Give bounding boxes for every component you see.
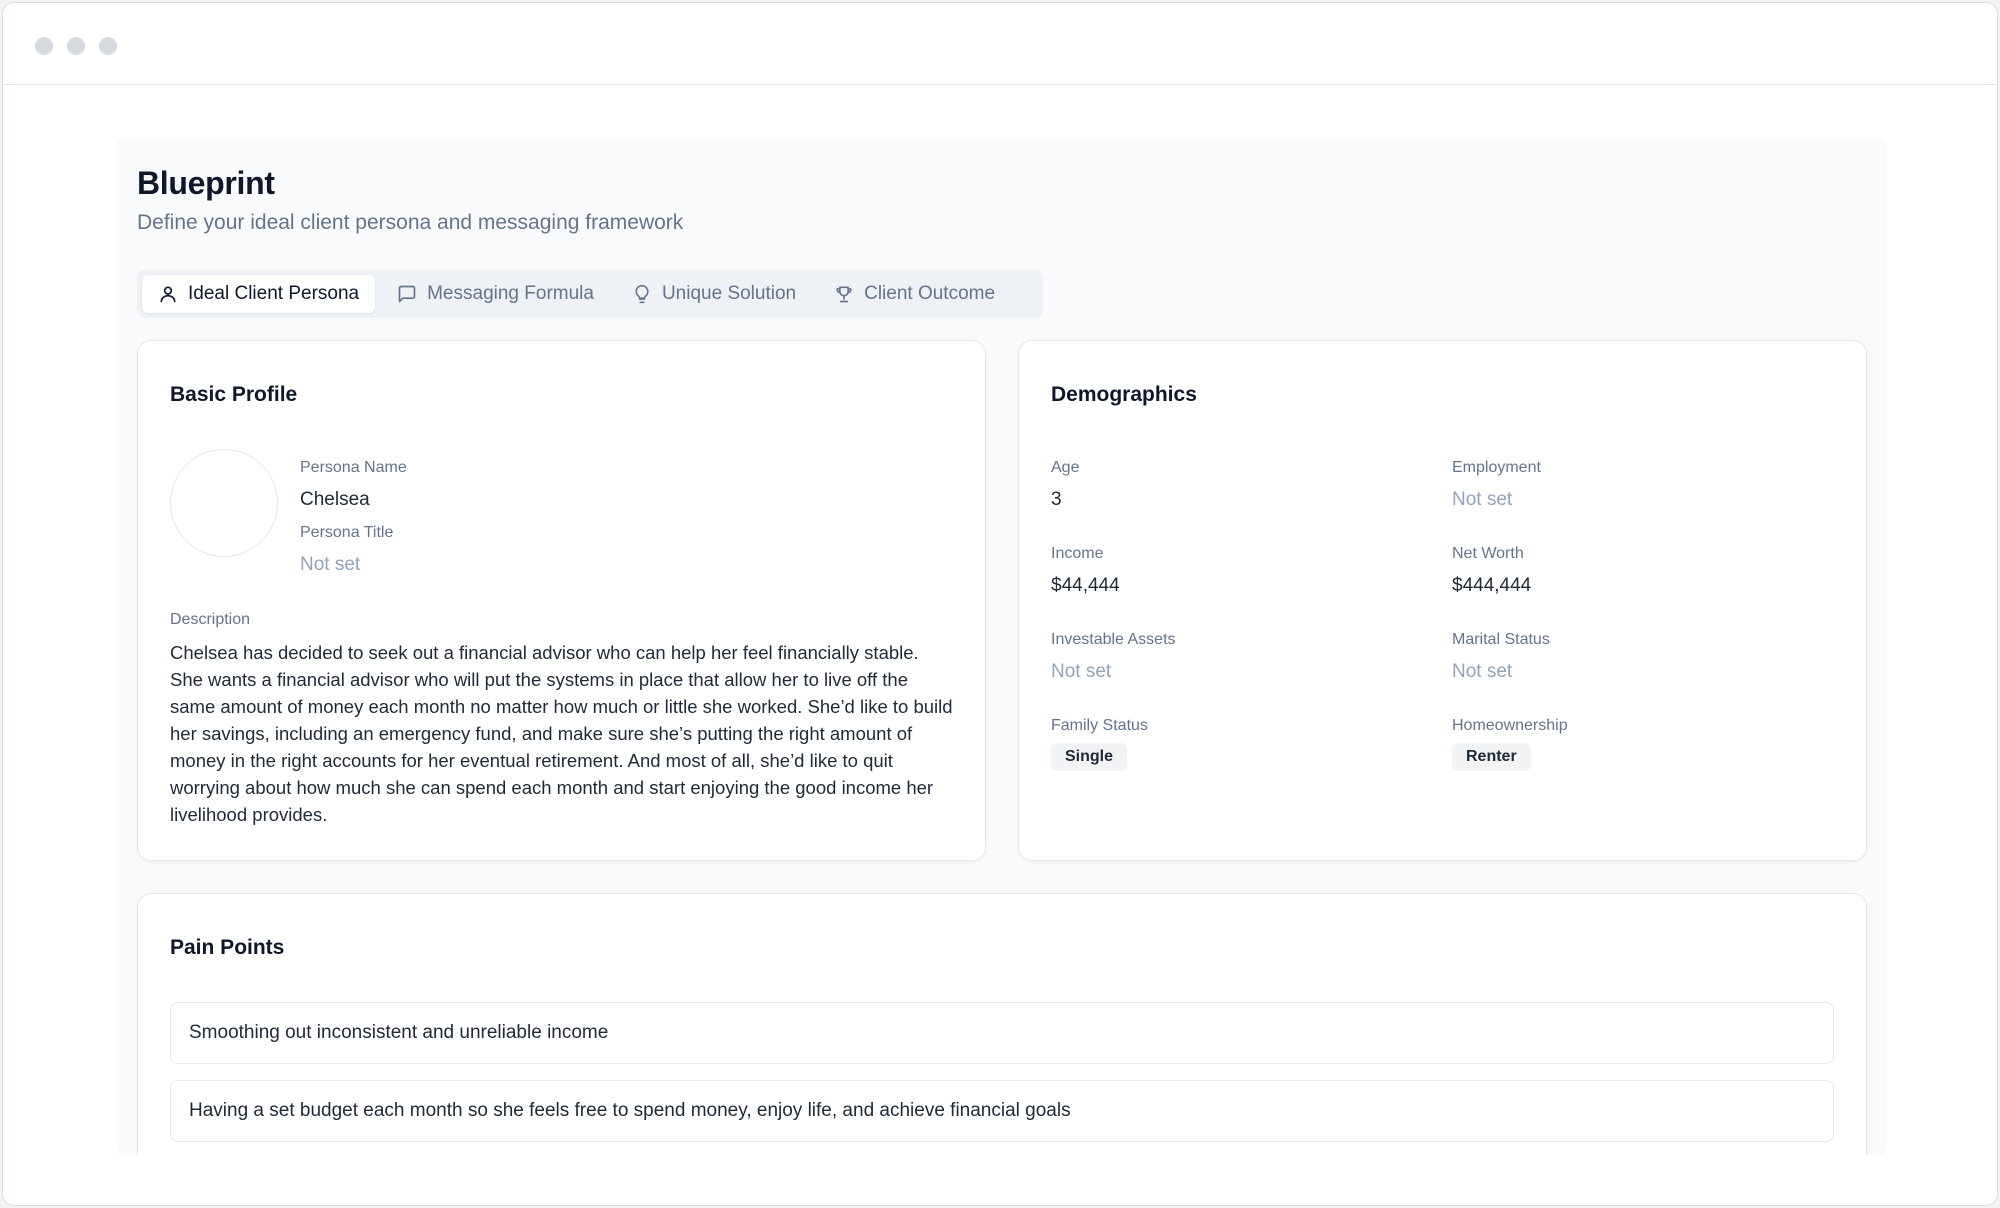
window-titlebar xyxy=(3,3,1997,85)
persona-title-label: Persona Title xyxy=(300,524,394,541)
tab-ideal-client-persona[interactable]: Ideal Client Persona xyxy=(142,275,376,313)
employment-label: Employment xyxy=(1452,459,1541,476)
avatar[interactable] xyxy=(170,449,278,557)
window-maximize-dot[interactable] xyxy=(99,37,117,55)
description-label: Description xyxy=(170,611,251,628)
marital-status-label: Marital Status xyxy=(1452,631,1550,648)
pain-point-item[interactable]: Having a set budget each month so she fe… xyxy=(170,1080,1834,1142)
pain-points-title: Pain Points xyxy=(170,936,285,959)
marital-status-value: Not set xyxy=(1452,661,1513,682)
window-close-dot[interactable] xyxy=(35,37,53,55)
homeownership-badge: Renter xyxy=(1452,743,1531,771)
description-text: Chelsea has decided to seek out a financ… xyxy=(170,642,953,825)
persona-name-label: Persona Name xyxy=(300,459,407,476)
user-icon xyxy=(160,286,176,303)
tab-label: Messaging Formula xyxy=(427,283,594,304)
message-square-icon xyxy=(398,285,416,303)
basic-profile-title: Basic Profile xyxy=(170,383,298,406)
pain-points-card: Pain Points Smoothing out inconsistent a… xyxy=(137,893,1867,1155)
blueprint-tabs: Ideal Client Persona Messaging Formula U… xyxy=(137,270,1043,318)
page-subtitle: Define your ideal client persona and mes… xyxy=(137,211,684,234)
age-label: Age xyxy=(1051,459,1080,476)
family-status-badge: Single xyxy=(1051,743,1128,771)
pain-point-item[interactable]: Smoothing out inconsistent and unreliabl… xyxy=(170,1002,1834,1064)
basic-profile-card: Basic Profile Persona Name Chelsea Perso… xyxy=(137,340,986,861)
net-worth-label: Net Worth xyxy=(1452,545,1524,562)
income-value: $44,444 xyxy=(1051,575,1120,596)
investable-assets-label: Investable Assets xyxy=(1051,631,1176,648)
page-title: Blueprint xyxy=(137,165,275,201)
employment-value: Not set xyxy=(1452,489,1513,510)
tab-client-outcome[interactable]: Client Outcome xyxy=(818,275,1011,313)
app-window: Blueprint Define your ideal client perso… xyxy=(2,2,1998,1206)
homeownership-label: Homeownership xyxy=(1452,717,1568,734)
tab-messaging-formula[interactable]: Messaging Formula xyxy=(381,275,610,313)
income-label: Income xyxy=(1051,545,1104,562)
tab-label: Client Outcome xyxy=(864,283,996,304)
tab-label: Ideal Client Persona xyxy=(188,283,360,304)
tab-label: Unique Solution xyxy=(661,283,797,304)
demographics-card: Demographics Age 3 Employment Not set In… xyxy=(1018,340,1867,861)
persona-name-value: Chelsea xyxy=(300,489,370,510)
age-value: 3 xyxy=(1051,489,1062,510)
blueprint-page: Blueprint Define your ideal client perso… xyxy=(117,139,1887,1155)
net-worth-value: $444,444 xyxy=(1452,575,1532,596)
family-status-label: Family Status xyxy=(1051,717,1148,734)
lightbulb-icon xyxy=(635,284,649,304)
trophy-icon xyxy=(836,286,852,303)
window-minimize-dot[interactable] xyxy=(67,37,85,55)
persona-title-value: Not set xyxy=(300,554,361,575)
investable-assets-value: Not set xyxy=(1051,661,1112,682)
tab-unique-solution[interactable]: Unique Solution xyxy=(616,275,812,313)
demographics-title: Demographics xyxy=(1051,383,1197,406)
